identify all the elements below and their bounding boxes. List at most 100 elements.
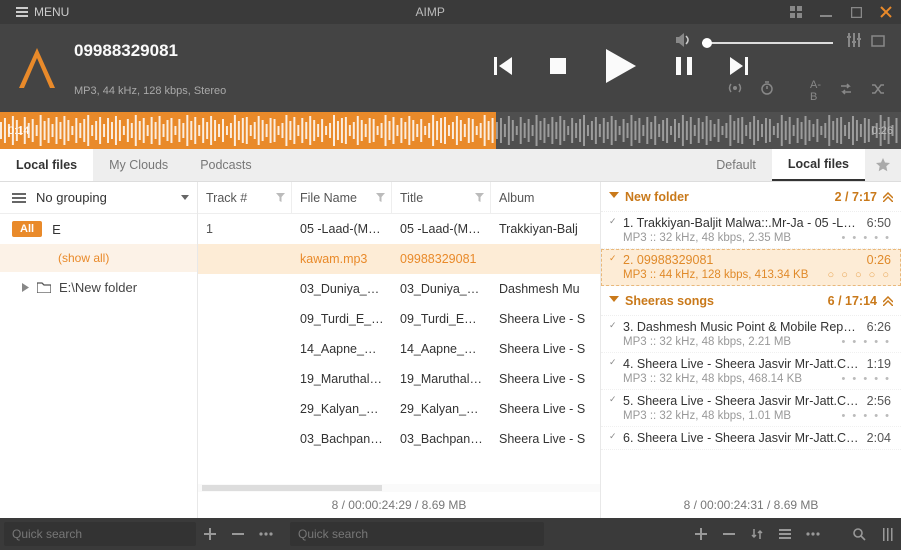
stop-button[interactable] (550, 58, 566, 79)
playlist-item[interactable]: 5. Sheera Live - Sheera Jasvir Mr-Jatt.C… (601, 390, 901, 427)
col-track[interactable]: Track # (198, 182, 292, 213)
table-row[interactable]: 03_Duniya_Tur...03_Duniya_Tur...Dashmesh… (198, 274, 600, 304)
item-title: 4. Sheera Live - Sheera Jasvir Mr-Jatt.C… (623, 357, 861, 371)
volume-slider[interactable] (702, 42, 837, 44)
cell-title: 03_Bachpan_ ... (392, 432, 491, 446)
pl-more-button[interactable] (799, 518, 827, 550)
filter-all-pill[interactable]: All (12, 221, 42, 237)
playlist-group[interactable]: New folder2 / 7:17 (601, 182, 901, 212)
tab-my-clouds[interactable]: My Clouds (93, 149, 184, 181)
wave-duration: 0:26 (864, 125, 901, 137)
more-button[interactable] (252, 518, 280, 550)
chevron-right-icon (22, 283, 29, 292)
playlist-item[interactable]: 6. Sheera Live - Sheera Jasvir Mr-Jatt.C… (601, 427, 901, 450)
ab-repeat-label[interactable]: A-B (810, 79, 821, 103)
table-row[interactable]: 105 -Laad-(Mr-J...05 -Laad-(Mr-J...Trakk… (198, 214, 600, 244)
now-playing-title: 09988329081 (74, 41, 461, 61)
table-row[interactable]: kawam.mp309988329081 (198, 244, 600, 274)
star-icon[interactable] (865, 149, 901, 181)
tree-item-label: E:\New folder (59, 280, 137, 295)
playlist-item[interactable]: 3. Dashmesh Music Point & Mobile Repairi… (601, 316, 901, 353)
add-button[interactable] (196, 518, 224, 550)
item-meta: MP3 :: 32 kHz, 48 kbps, 1.01 MB (623, 410, 842, 422)
broadcast-icon[interactable] (728, 81, 742, 100)
next-button[interactable] (730, 57, 748, 80)
item-duration: 1:19 (867, 357, 891, 371)
volume-icon[interactable] (676, 33, 692, 52)
group-title: Sheeras songs (625, 294, 822, 308)
tab-local-files[interactable]: Local files (0, 149, 93, 181)
menu-button[interactable]: MENU (0, 5, 79, 19)
equalizer-icon[interactable] (847, 33, 861, 52)
repeat-icon[interactable] (839, 82, 853, 100)
item-rating[interactable]: • • • • • (842, 232, 891, 244)
col-filename[interactable]: File Name (292, 182, 392, 213)
tree-item[interactable]: E:\New folder (0, 272, 197, 302)
tab-podcasts[interactable]: Podcasts (184, 149, 267, 181)
maximize-button[interactable] (841, 0, 871, 24)
settings-button[interactable] (873, 518, 901, 550)
tabs: Local files My Clouds Podcasts Default L… (0, 149, 901, 182)
table-row[interactable]: 03_Bachpan_ ...03_Bachpan_ ...Sheera Liv… (198, 424, 600, 454)
tab-default[interactable]: Default (700, 149, 772, 181)
cell-title: 05 -Laad-(Mr-J... (392, 222, 491, 236)
filter-e[interactable]: E (52, 222, 61, 237)
col-album[interactable]: Album (491, 182, 600, 213)
table-row[interactable]: 09_Turdi_E_Ga...09_Turdi_E_Ga...Sheera L… (198, 304, 600, 334)
grid-hscrollbar[interactable] (198, 484, 600, 492)
file-grid: Track # File Name Title Album 105 -Laad-… (198, 182, 601, 518)
item-rating[interactable]: • • • • • (842, 373, 891, 385)
item-rating[interactable]: • • • • • (842, 410, 891, 422)
show-all[interactable]: (show all) (0, 244, 197, 272)
col-title[interactable]: Title (392, 182, 491, 213)
grid-icon[interactable] (781, 0, 811, 24)
cell-filename: 14_Aapne_Dil_... (292, 342, 392, 356)
wave-position: 0:14 (0, 125, 37, 137)
table-row[interactable]: 14_Aapne_Dil_...14_Aapne_Dil_...Sheera L… (198, 334, 600, 364)
prev-button[interactable] (494, 57, 512, 80)
folder-icon (37, 282, 51, 293)
tab-right-local-files[interactable]: Local files (772, 149, 865, 181)
grid-status: 8 / 00:00:24:29 / 8.69 MB (198, 492, 600, 518)
table-row[interactable]: 29_Kalyan_Mu...29_Kalyan_Mu...Sheera Liv… (198, 394, 600, 424)
close-button[interactable] (871, 0, 901, 24)
play-button[interactable] (604, 49, 638, 88)
quick-search-mid[interactable]: Quick search (290, 522, 544, 546)
shuffle-icon[interactable] (871, 82, 885, 100)
item-meta: MP3 :: 32 kHz, 48 kbps, 2.35 MB (623, 232, 842, 244)
minimize-button[interactable] (811, 0, 841, 24)
item-rating[interactable]: ○ ○ ○ ○ ○ (828, 269, 891, 281)
search-button[interactable] (845, 518, 873, 550)
timer-icon[interactable] (760, 81, 774, 100)
item-rating[interactable]: • • • • • (842, 336, 891, 348)
waveform[interactable]: 0:14 0:26 (0, 112, 901, 149)
remove-button[interactable] (224, 518, 252, 550)
item-duration: 6:50 (867, 216, 891, 230)
pl-remove-button[interactable] (715, 518, 743, 550)
pl-add-button[interactable] (687, 518, 715, 550)
grouping-header[interactable]: No grouping (0, 182, 197, 214)
playlist-group[interactable]: Sheeras songs6 / 17:14 (601, 286, 901, 316)
playlist-item[interactable]: 1. Trakkiyan-Baljit Malwa::.Mr-Ja - 05 -… (601, 212, 901, 249)
item-title: 1. Trakkiyan-Baljit Malwa::.Mr-Ja - 05 -… (623, 216, 861, 230)
quick-search-left[interactable]: Quick search (4, 522, 196, 546)
visualizer-icon[interactable] (871, 34, 885, 52)
menu-label: MENU (34, 5, 69, 19)
item-meta: MP3 :: 32 kHz, 48 kbps, 468.14 KB (623, 373, 842, 385)
item-duration: 0:26 (867, 253, 891, 267)
playlist-item[interactable]: 2. 099883290810:26MP3 :: 44 kHz, 128 kbp… (601, 249, 901, 286)
pl-list-button[interactable] (771, 518, 799, 550)
item-duration: 6:26 (867, 320, 891, 334)
cell-title: 29_Kalyan_Mu... (392, 402, 491, 416)
table-row[interactable]: 19_Maruthal_...19_Maruthal_...Sheera Liv… (198, 364, 600, 394)
cell-title: 19_Maruthal_... (392, 372, 491, 386)
pl-sort-button[interactable] (743, 518, 771, 550)
titlebar: MENU AIMP (0, 0, 901, 24)
playlist-item[interactable]: 4. Sheera Live - Sheera Jasvir Mr-Jatt.C… (601, 353, 901, 390)
app-logo (0, 24, 74, 112)
item-meta: MP3 :: 44 kHz, 128 kbps, 413.34 KB (623, 269, 828, 281)
group-summary: 2 / 7:17 (835, 190, 877, 204)
grouping-label: No grouping (36, 190, 171, 205)
player-header: 09988329081 MP3, 44 kHz, 128 kbps, Stere… (0, 24, 901, 112)
pause-button[interactable] (676, 57, 692, 80)
